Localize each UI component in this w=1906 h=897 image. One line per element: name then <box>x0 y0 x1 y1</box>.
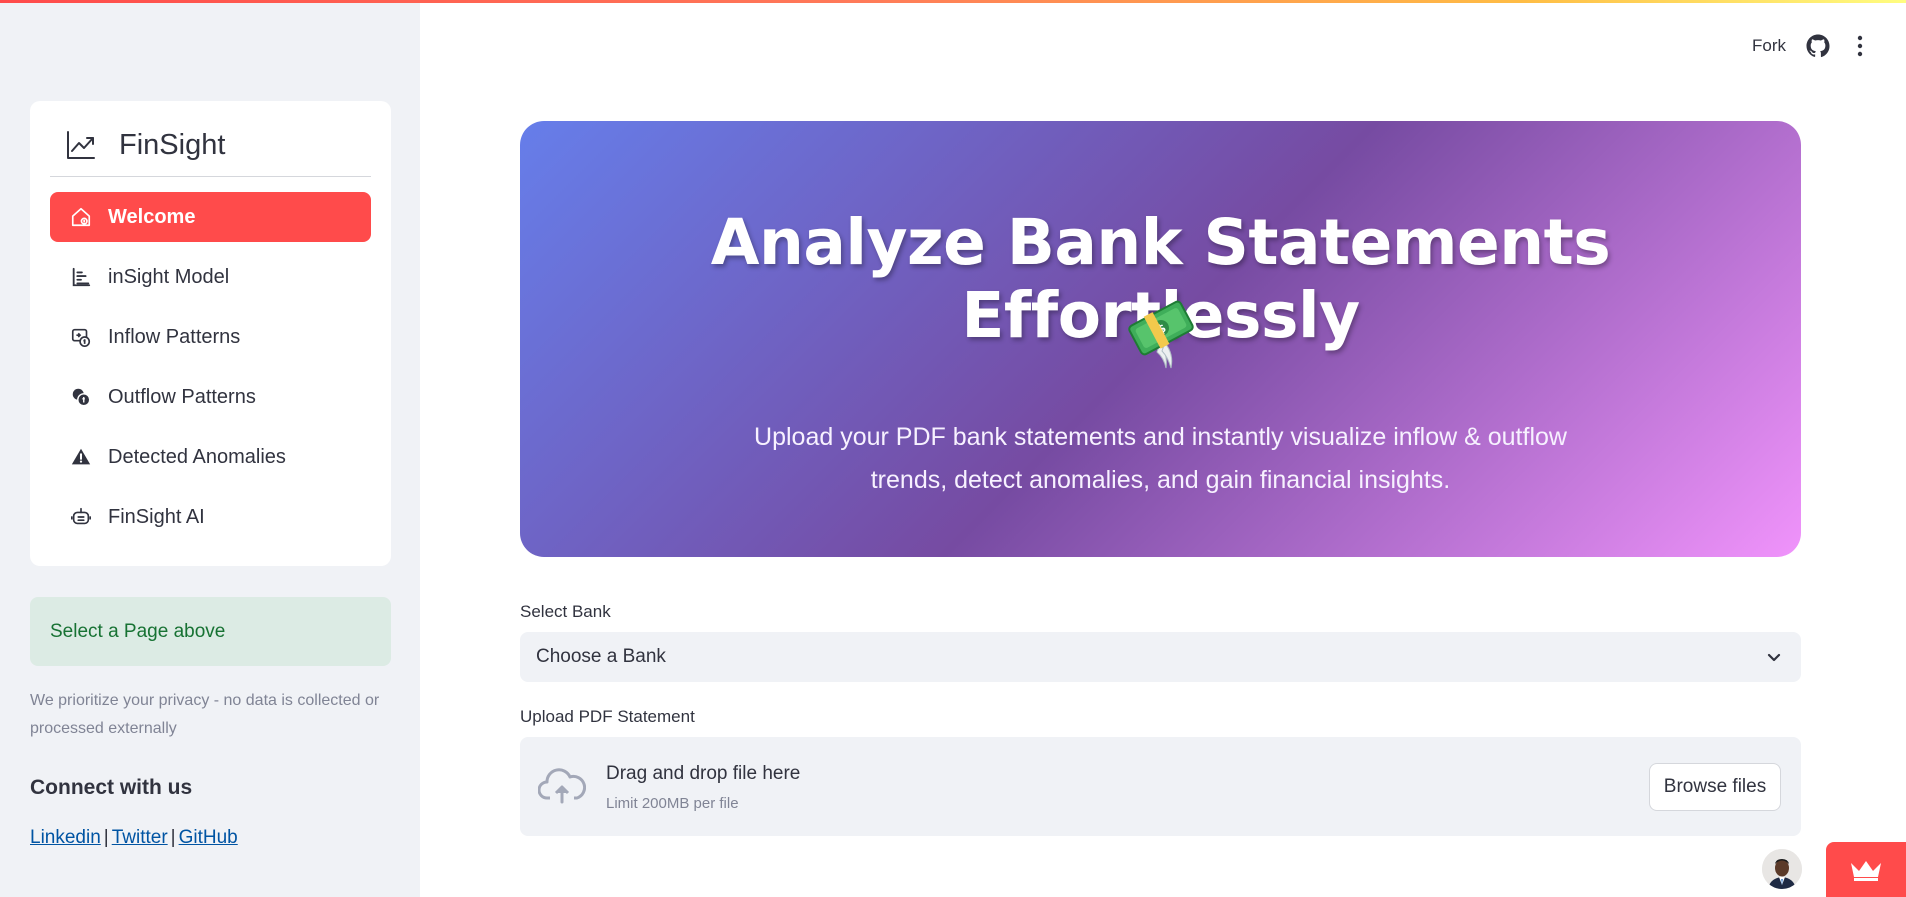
nav-item-welcome[interactable]: Welcome <box>50 192 371 242</box>
crown-icon <box>1851 860 1881 881</box>
upload-instructions: Drag and drop file here Limit 200MB per … <box>606 763 800 812</box>
top-decoration-stripe <box>0 0 1906 3</box>
connect-heading: Connect with us <box>30 776 193 799</box>
fork-button[interactable]: Fork <box>1752 36 1786 56</box>
nav-item-label: inSight Model <box>108 265 230 288</box>
bank-select[interactable]: Choose a Bank <box>520 632 1801 682</box>
file-uploader-dropzone[interactable]: Drag and drop file here Limit 200MB per … <box>520 737 1801 836</box>
header-actions: Fork <box>1752 34 1870 58</box>
coins-outflow-icon <box>68 384 94 410</box>
robot-icon <box>68 504 94 530</box>
home-icon <box>68 204 94 230</box>
sidebar: FinSight Welcome inSight Model Inflow Pa… <box>0 0 420 897</box>
brand: FinSight <box>65 123 225 167</box>
avatar[interactable] <box>1762 849 1802 889</box>
link-separator: | <box>103 827 109 848</box>
twitter-link[interactable]: Twitter <box>112 827 168 848</box>
nav-item-label: Outflow Patterns <box>108 385 256 408</box>
nav-item-finsight-ai[interactable]: FinSight AI <box>50 492 371 542</box>
github-icon[interactable] <box>1806 34 1830 58</box>
nav-item-label: Welcome <box>108 205 196 228</box>
linkedin-link[interactable]: Linkedin <box>30 827 101 848</box>
nav-item-detected-anomalies[interactable]: Detected Anomalies <box>50 432 371 482</box>
cloud-upload-icon <box>538 768 586 804</box>
info-alert-text: Select a Page above <box>50 620 226 642</box>
upload-limit-text: Limit 200MB per file <box>606 795 739 812</box>
trend-chart-icon <box>67 131 95 159</box>
nav-item-inflow-patterns[interactable]: Inflow Patterns <box>50 312 371 362</box>
money-inflow-icon <box>68 324 94 350</box>
nav-item-label: FinSight AI <box>108 505 205 528</box>
navigation-card: FinSight Welcome inSight Model Inflow Pa… <box>30 101 391 566</box>
info-alert: Select a Page above <box>30 597 391 666</box>
browse-files-button[interactable]: Browse files <box>1649 763 1781 811</box>
github-link[interactable]: GitHub <box>179 827 238 848</box>
hero-banner: Analyze Bank Statements Effortlessly $ U… <box>520 121 1801 557</box>
upload-label: Upload PDF Statement <box>520 707 695 726</box>
nav-item-label: Inflow Patterns <box>108 325 241 348</box>
bank-select-label: Select Bank <box>520 602 611 621</box>
hero-subtitle: Upload your PDF bank statements and inst… <box>754 423 1567 494</box>
chevron-down-icon <box>1767 653 1781 662</box>
warning-icon <box>68 444 94 470</box>
hero-emoji-container: $ <box>520 296 1801 370</box>
upload-drop-text: Drag and drop file here <box>606 763 801 784</box>
brand-title: FinSight <box>119 128 226 161</box>
bar-list-icon <box>68 264 94 290</box>
user-avatar-icon <box>1762 849 1802 889</box>
nav-item-label: Detected Anomalies <box>108 445 286 468</box>
bank-select-value: Choose a Bank <box>536 646 666 667</box>
brand-divider <box>50 176 371 177</box>
kebab-menu-icon[interactable] <box>1850 34 1870 58</box>
social-links: Linkedin | Twitter | GitHub <box>30 827 238 849</box>
money-with-wings-icon: $ <box>1127 300 1194 369</box>
nav-item-insight-model[interactable]: inSight Model <box>50 252 371 302</box>
streamlit-badge[interactable] <box>1826 842 1906 897</box>
link-separator: | <box>170 827 176 848</box>
nav-item-outflow-patterns[interactable]: Outflow Patterns <box>50 372 371 422</box>
privacy-note: We prioritize your privacy - no data is … <box>30 692 380 737</box>
nav-list: Welcome inSight Model Inflow Patterns Ou… <box>50 192 371 552</box>
